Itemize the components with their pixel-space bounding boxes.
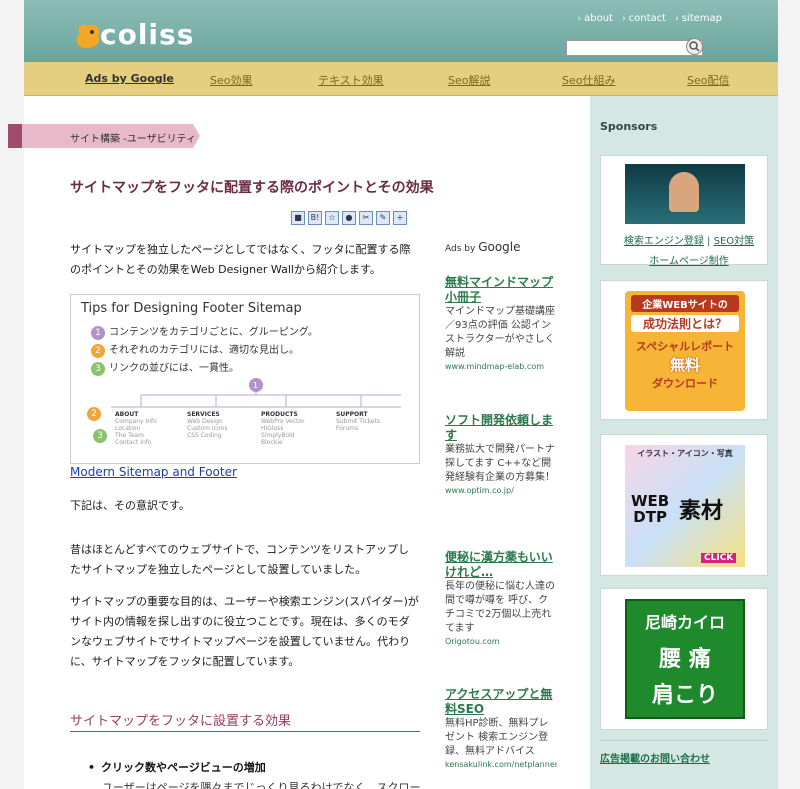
ad-url[interactable]: Origotou.com	[445, 636, 557, 648]
svg-text:1: 1	[253, 381, 258, 390]
sponsors-heading: Sponsors	[600, 120, 658, 133]
sitemap-figure: Tips for Designing Footer Sitemap 1 コンテンツ…	[70, 294, 420, 464]
category-label: サイト構築 -ユーザビリティ	[70, 134, 196, 145]
nav-seo-explain[interactable]: Seo解説	[448, 72, 490, 88]
bullet-text: ユーザーはページを隅々までじっくり見るわけでなく、スクロー	[102, 781, 421, 789]
paragraph-history: 昔はほとんどすべてのウェブサイトで、コンテンツをリストアップしたサイトマップを独…	[70, 543, 410, 576]
ad-item[interactable]: 便秘に漢方薬もいいけれど… 長年の便秘に悩む人達の間で噂が噂を 呼び、クチコミで…	[445, 550, 557, 648]
intro-paragraph: サイトマップを独立したページとしてではなく、フッタに配置する際のポイントとその効…	[70, 243, 411, 276]
sponsor-link-homepage[interactable]: ホームページ制作	[649, 256, 729, 267]
ad-description: 長年の便秘に悩む人達の間で噂が噂を 呼び、クチコミで2万個以上売れてます	[445, 581, 555, 634]
figure-col-about: ABOUT Company Info Location The Team Contact…	[115, 411, 157, 446]
share-icons: ■ B! ☆ ● ✂ ✎ +	[291, 211, 410, 227]
figure-point-3: 3 リンクの並びには、一貫性。	[91, 359, 239, 376]
figure-title: Tips for Designing Footer Sitemap	[81, 301, 302, 316]
sitemap-link[interactable]: sitemap	[675, 13, 722, 24]
bullet-heading: クリック数やページビューの増加	[88, 759, 266, 775]
ad-description: 業務拡大で開発パートナ探してます C++など開発経験有企業の方募集！	[445, 444, 555, 483]
section-heading: サイトマップをフッタに設置する効果	[70, 710, 420, 732]
sponsor-box-materials: イラスト・アイコン・写真 WEB DTP 素材 CLICK	[600, 434, 768, 576]
top-links: about contact sitemap	[572, 13, 722, 24]
site-logo[interactable]: coliss	[72, 18, 212, 52]
category-ribbon[interactable]: サイト構築 -ユーザビリティ	[8, 124, 200, 148]
sponsor-box-chiro: 尼崎カイロ 腰 痛 肩こり	[600, 588, 768, 730]
top-nav: Ads by Google Seo効果 テキスト効果 Seo解説 Seo仕組み …	[24, 62, 778, 96]
livedoor-clip-icon[interactable]: ✂	[359, 211, 373, 225]
ad-description: マインドマップ基礎講座／93点の評価 公認インストラクターがやさしく解説	[445, 306, 555, 359]
nav-seo-effect[interactable]: Seo効果	[210, 72, 252, 88]
sponsor-link-seo[interactable]: SEO対策	[714, 236, 755, 247]
ad-item[interactable]: アクセスアップと無料SEO 無料HP診断、無料プレゼント 検索エンジン登録、無料…	[445, 687, 557, 771]
delicious-icon[interactable]: ■	[291, 211, 305, 225]
ribbon-edge	[8, 124, 22, 148]
ad-description: 無料HP診断、無料プレゼント 検索エンジン登録、無料アドバイス	[445, 718, 549, 757]
ad-title[interactable]: アクセスアップと無料SEO	[445, 687, 557, 717]
figure-col-products: PRODUCTS WebPro Vector HiGloss SimplyBold Bl…	[261, 411, 305, 446]
logo-text: coliss	[100, 18, 195, 51]
figure-point-2: 2 それぞれのカテゴリには、適切な見出し。	[91, 341, 299, 358]
nav-ads-by-google[interactable]: Ads by Google	[85, 72, 174, 85]
paragraph-translation-note: 下記は、その意訳です。	[70, 499, 190, 512]
chiropractic-banner[interactable]: 尼崎カイロ 腰 痛 肩こり	[625, 599, 745, 719]
edit-icon[interactable]: ✎	[376, 211, 390, 225]
bookmark-add-icon[interactable]: +	[393, 211, 407, 225]
ad-url[interactable]: kensakulink.com/netplanner	[445, 759, 557, 771]
ad-item[interactable]: 無料マインドマップ小冊子 マインドマップ基礎講座／93点の評価 公認インストラク…	[445, 275, 557, 373]
article-title: サイトマップをフッタに配置する際のポイントとその効果	[70, 180, 434, 196]
source-article-link[interactable]: Modern Sitemap and Footer	[70, 465, 237, 479]
ad-title[interactable]: 便秘に漢方薬もいいけれど…	[445, 550, 557, 580]
nav-seo-mechanism[interactable]: Seo仕組み	[562, 72, 615, 88]
star-icon[interactable]: ☆	[325, 211, 339, 225]
ad-title[interactable]: 無料マインドマップ小冊子	[445, 275, 557, 305]
buzzurl-icon[interactable]: ●	[342, 211, 356, 225]
figure-point-1: 1 コンテンツをカテゴリごとに、グルーピング。	[91, 323, 318, 340]
paragraph-purpose: サイトマップの重要な目的は、ユーザーや検索エンジン(スパイダー)がサイト内の情報…	[70, 595, 419, 668]
ad-url[interactable]: www.mindmap-elab.com	[445, 361, 557, 373]
sidebar-divider	[600, 740, 768, 741]
search-icon	[689, 41, 700, 52]
nav-text-effect[interactable]: テキスト効果	[318, 72, 384, 88]
sitemap-tree-diagram: 1	[111, 378, 401, 408]
search-button[interactable]	[686, 38, 703, 55]
sponsor-photo[interactable]	[625, 164, 745, 224]
hatena-bookmark-icon[interactable]: B!	[308, 211, 322, 225]
advertise-contact-link[interactable]: 広告掲載のお問い合わせ	[600, 750, 710, 765]
ads-by-google-label[interactable]: Ads by Google	[445, 240, 521, 254]
contact-link[interactable]: contact	[622, 13, 666, 24]
search-input[interactable]	[566, 40, 703, 56]
squirrel-icon	[76, 24, 100, 48]
sponsor-links: 検索エンジン登録 | SEO対策 ホームページ制作	[623, 236, 755, 267]
ad-item[interactable]: ソフト開発依頼します 業務拡大で開発パートナ探してます C++など開発経験有企業…	[445, 413, 557, 497]
figure-col-support: SUPPORT Submit Tickets Forums	[336, 411, 381, 432]
figure-col-services: SERVICES Web Design Custom Icons CSS Coding	[187, 411, 228, 439]
about-link[interactable]: about	[578, 13, 613, 24]
sponsor-link-search-engine[interactable]: 検索エンジン登録	[624, 236, 704, 247]
ad-title[interactable]: ソフト開発依頼します	[445, 413, 557, 443]
report-banner[interactable]: 企業WEBサイトの 成功法則とは？ スペシャルレポート 無料 ダウンロード	[625, 291, 745, 411]
nav-seo-delivery[interactable]: Seo配信	[687, 72, 729, 88]
ad-url[interactable]: www.optim.co.jp/	[445, 485, 557, 497]
sponsor-box-report: 企業WEBサイトの 成功法則とは？ スペシャルレポート 無料 ダウンロード	[600, 280, 768, 420]
sponsor-box-seo: 検索エンジン登録 | SEO対策 ホームページ制作	[600, 155, 768, 267]
materials-banner[interactable]: イラスト・アイコン・写真 WEB DTP 素材 CLICK	[625, 445, 745, 567]
